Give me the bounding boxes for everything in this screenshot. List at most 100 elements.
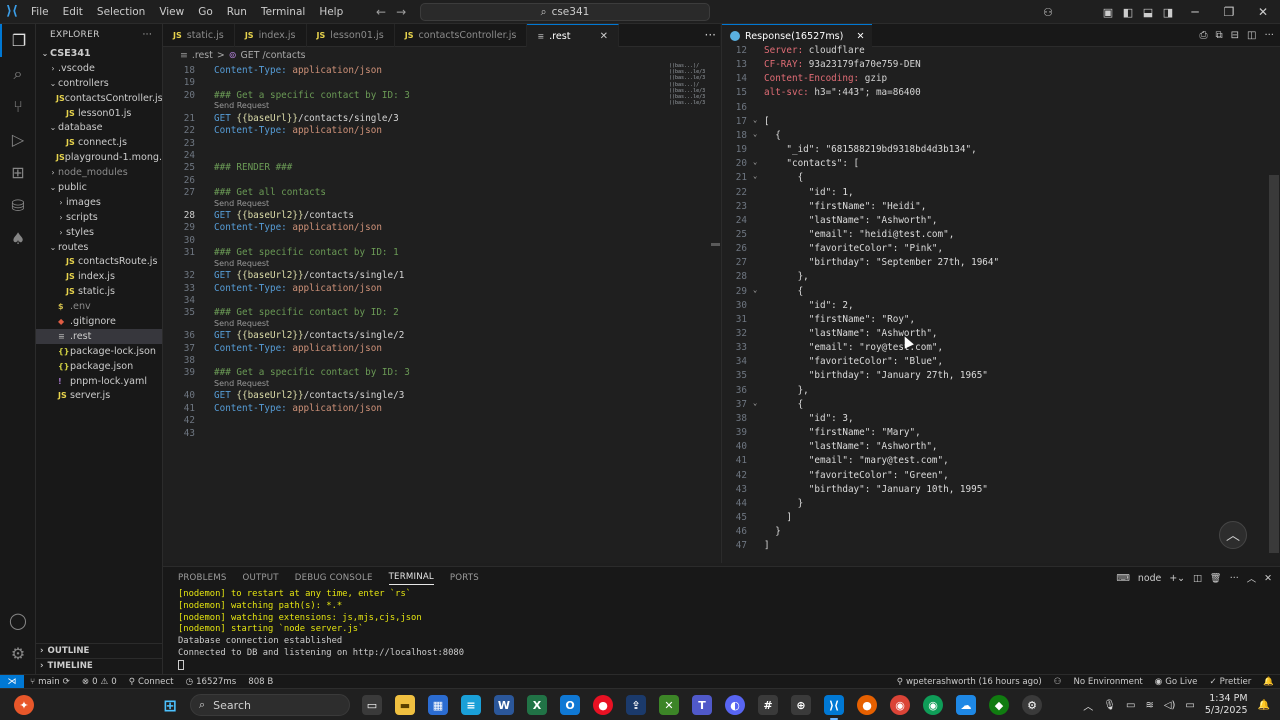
menu-item-go[interactable]: Go xyxy=(191,0,220,24)
more-actions-icon[interactable]: ··· xyxy=(705,24,716,47)
windows-start-icon[interactable]: ⊞ xyxy=(160,695,180,715)
tab-response[interactable]: Response(16527ms) ✕ xyxy=(722,24,873,47)
accounts-icon[interactable]: ◯ xyxy=(0,604,36,637)
close-panel-icon[interactable]: ✕ xyxy=(1264,573,1272,584)
split-editor-icon[interactable]: ◫ xyxy=(1247,24,1256,47)
panel-tab-terminal[interactable]: TERMINAL xyxy=(388,572,434,585)
excel-icon[interactable]: X xyxy=(527,695,547,715)
send-request-codelens[interactable]: Send Request xyxy=(214,319,269,329)
tree-item[interactable]: ! pnpm-lock.yaml xyxy=(36,374,162,389)
send-request-codelens[interactable]: Send Request xyxy=(214,379,269,389)
tree-item[interactable]: JS connect.js xyxy=(36,135,162,150)
minimize-icon[interactable]: ─ xyxy=(1178,5,1212,19)
teams-icon[interactable]: T xyxy=(692,695,712,715)
menu-item-edit[interactable]: Edit xyxy=(56,0,90,24)
tree-item[interactable]: {} package-lock.json xyxy=(36,344,162,359)
database-icon[interactable]: ⛁ xyxy=(0,189,36,222)
network-app-icon[interactable]: ⊕ xyxy=(791,695,811,715)
tree-item[interactable]: › scripts xyxy=(36,210,162,225)
vscode-taskbar-icon[interactable]: ⟩⟨ xyxy=(824,695,844,715)
terminal-output[interactable]: [nodemon] to restart at any time, enter … xyxy=(163,589,1280,672)
remote-indicator-icon[interactable]: ⋊ xyxy=(0,674,24,689)
settings-gear-icon[interactable]: ⚙ xyxy=(0,637,36,670)
git-blame-indicator[interactable]: ⚲ wpeterashworth (16 hours ago) xyxy=(891,677,1048,687)
store-icon[interactable]: ▦ xyxy=(428,695,448,715)
record-icon[interactable]: ● xyxy=(593,695,613,715)
outlook-icon[interactable]: O xyxy=(560,695,580,715)
cloud-app-icon[interactable]: ☁ xyxy=(956,695,976,715)
chrome-profile-icon[interactable]: ◉ xyxy=(923,695,943,715)
layout-icon[interactable]: ▣ xyxy=(1098,6,1118,19)
toggle-sidebar-icon[interactable]: ◧ xyxy=(1118,6,1138,19)
response-scrollbar[interactable] xyxy=(1269,175,1279,553)
copilot-icon[interactable]: ⚇ xyxy=(1038,6,1058,19)
widget-icon[interactable]: ✦ xyxy=(14,695,34,715)
chrome-icon[interactable]: ◉ xyxy=(890,695,910,715)
forward-arrow-icon[interactable]: → xyxy=(396,0,406,24)
fold-chevron-icon[interactable]: ⌄ xyxy=(753,172,757,180)
notepad-icon[interactable]: ≡ xyxy=(461,695,481,715)
menu-item-selection[interactable]: Selection xyxy=(90,0,152,24)
battery-icon[interactable]: ▭ xyxy=(1185,700,1194,711)
tree-item[interactable]: › .vscode xyxy=(36,61,162,76)
file-explorer-icon[interactable]: ▬ xyxy=(395,695,415,715)
menu-item-help[interactable]: Help xyxy=(312,0,350,24)
search-view-icon[interactable]: ⌕ xyxy=(0,57,36,90)
connect-indicator[interactable]: ⚲ Connect xyxy=(123,677,180,687)
menu-item-file[interactable]: File xyxy=(24,0,56,24)
tree-item[interactable]: ◆ .gitignore xyxy=(36,314,162,329)
problems-indicator[interactable]: ⊗ 0 ⚠ 0 xyxy=(76,677,123,687)
timing-indicator[interactable]: ◷ 16527ms xyxy=(180,677,243,687)
xbox-icon[interactable]: ✕ xyxy=(659,695,679,715)
fold-chevron-icon[interactable]: ⌄ xyxy=(753,116,757,124)
firefox-icon[interactable]: ● xyxy=(857,695,877,715)
panel-tab-output[interactable]: OUTPUT xyxy=(243,573,279,583)
tab-lesson01js[interactable]: JS lesson01.js xyxy=(307,24,395,47)
tree-item[interactable]: JS contactsRoute.js xyxy=(36,254,162,269)
environment-indicator[interactable]: No Environment xyxy=(1067,677,1148,687)
minimap[interactable]: ((bas...)/((bas...le/3 ((bas...le/3 ((bas.… xyxy=(669,63,709,107)
breadcrumb-file[interactable]: .rest xyxy=(192,50,213,61)
tab-staticjs[interactable]: JS static.js xyxy=(163,24,235,47)
more-actions-icon[interactable]: ··· xyxy=(143,30,152,40)
more-actions-icon[interactable]: ··· xyxy=(1230,573,1239,584)
run-debug-icon[interactable]: ▷ xyxy=(0,123,36,156)
editor-scroll-indicator[interactable] xyxy=(711,243,720,246)
menu-item-terminal[interactable]: Terminal xyxy=(254,0,312,24)
display-icon[interactable]: ▭ xyxy=(1126,700,1135,711)
menu-item-view[interactable]: View xyxy=(152,0,191,24)
settings-app-icon[interactable]: ⚙ xyxy=(1022,695,1042,715)
close-window-icon[interactable]: ✕ xyxy=(1246,5,1280,19)
pin-app-icon[interactable]: ⇪ xyxy=(626,695,646,715)
discord-icon[interactable]: ◐ xyxy=(725,695,745,715)
terminal-prompt[interactable] xyxy=(163,659,1280,672)
branch-indicator[interactable]: ⑂ main ⟳ xyxy=(24,677,76,687)
code-editor[interactable]: ((bas...)/((bas...le/3 ((bas...le/3 ((bas.… xyxy=(163,63,720,563)
tab-contactscontrollerjs[interactable]: JS contactsController.js xyxy=(395,24,528,47)
copy-icon[interactable]: ⧉ xyxy=(1215,24,1222,47)
clock[interactable]: 1:34 PM 5/3/2025 xyxy=(1205,693,1248,717)
tree-item[interactable]: JS lesson01.js xyxy=(36,106,162,121)
close-tab-icon[interactable]: ✕ xyxy=(856,31,864,42)
fold-chevron-icon[interactable]: ⌄ xyxy=(753,158,757,166)
volume-icon[interactable]: ◁) xyxy=(1164,700,1176,711)
word-icon[interactable]: W xyxy=(494,695,514,715)
tree-item[interactable]: ≡ .rest xyxy=(36,328,162,344)
trash-icon[interactable]: 🗑 xyxy=(1210,573,1222,584)
prettier-indicator[interactable]: ✓ Prettier xyxy=(1203,677,1257,687)
save-response-icon[interactable]: ⎙ xyxy=(1199,24,1207,47)
maximize-panel-icon[interactable]: ︿ xyxy=(1247,571,1256,585)
more-actions-icon[interactable]: ··· xyxy=(1264,24,1274,47)
split-terminal-icon[interactable]: ◫ xyxy=(1193,573,1202,584)
tree-item[interactable]: $ .env xyxy=(36,299,162,314)
explorer-icon[interactable]: ❐ xyxy=(0,24,36,57)
send-request-codelens[interactable]: Send Request xyxy=(214,199,269,209)
send-request-codelens[interactable]: Send Request xyxy=(214,259,269,269)
tree-item[interactable]: ⌄ database xyxy=(36,120,162,135)
tree-item[interactable]: › node_modules xyxy=(36,165,162,180)
source-control-icon[interactable]: ⑂ xyxy=(0,90,36,123)
tree-item[interactable]: ⌄ public xyxy=(36,180,162,195)
fold-chevron-icon[interactable]: ⌄ xyxy=(753,399,757,407)
tree-item[interactable]: ⌄ routes xyxy=(36,240,162,255)
microphone-icon[interactable]: 🎙 xyxy=(1103,700,1116,711)
